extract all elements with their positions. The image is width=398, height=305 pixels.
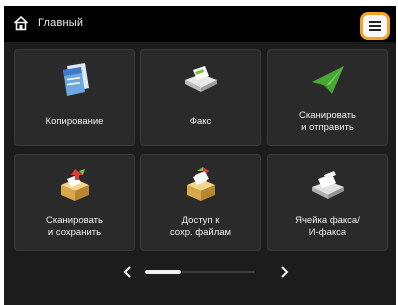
menu-button[interactable] — [360, 12, 390, 40]
tile-label: Копирование — [45, 116, 104, 127]
scan-save-icon — [55, 165, 95, 205]
chevron-right-icon — [281, 266, 289, 278]
stored-files-icon — [181, 165, 221, 205]
tile-scan-save[interactable]: Сканировать и сохранить — [14, 154, 135, 251]
tile-label: Факс — [189, 116, 212, 127]
hamburger-menu-icon — [369, 21, 381, 31]
tile-copy[interactable]: Копирование — [14, 49, 135, 146]
tile-fax[interactable]: Факс — [140, 49, 261, 146]
scan-send-icon — [308, 60, 348, 100]
page-indicator — [4, 261, 396, 285]
home-screen: Главный Копирование Факс Сканировать и о… — [4, 6, 396, 305]
page-title: Главный — [38, 17, 84, 29]
chevron-left-icon — [123, 266, 131, 278]
home-icon — [13, 15, 29, 31]
copy-icon — [55, 60, 95, 100]
fax-icon — [181, 60, 221, 100]
function-grid: Копирование Факс Сканировать и отправить… — [14, 49, 394, 253]
tile-label: Доступ к сохр. файлам — [169, 215, 232, 238]
tile-label: Сканировать и отправить — [299, 110, 356, 133]
title-bar: Главный — [4, 6, 396, 42]
page-thumb — [145, 270, 181, 274]
tile-stored-files[interactable]: Доступ к сохр. файлам — [140, 154, 261, 251]
prev-page-button[interactable] — [120, 263, 136, 281]
tile-label: Сканировать и сохранить — [46, 215, 103, 238]
next-page-button[interactable] — [276, 263, 292, 281]
tile-label: Ячейка факса/ И-факса — [295, 215, 360, 238]
tile-fax-inbox[interactable]: Ячейка факса/ И-факса — [267, 154, 388, 251]
fax-inbox-icon — [308, 165, 348, 205]
tile-scan-send[interactable]: Сканировать и отправить — [267, 49, 388, 146]
